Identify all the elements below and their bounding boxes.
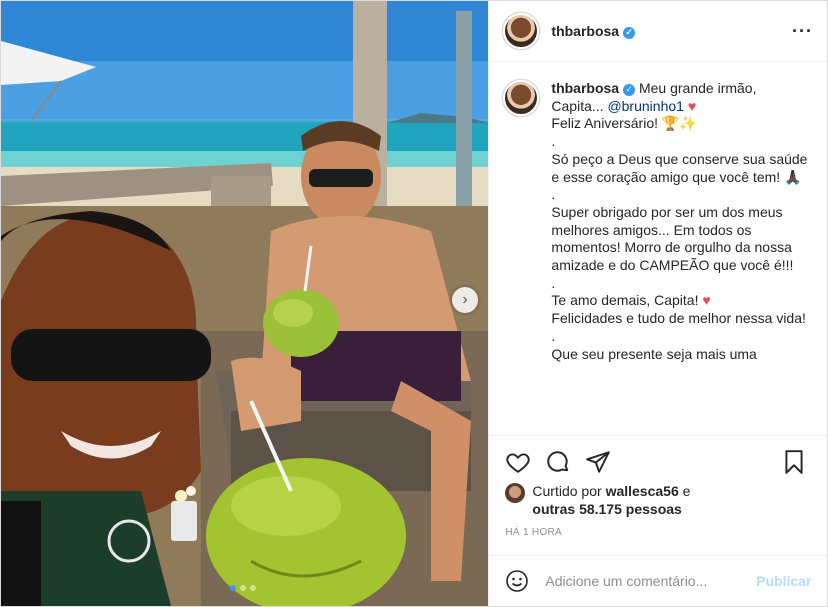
comment-box: Publicar	[489, 555, 828, 606]
red-heart-emoji: ♥	[687, 97, 697, 114]
caption-area: thbarbosa ✓ Meu grande irmão, Capita... @…	[489, 62, 827, 434]
post-header: thbarbosa ✓ ···	[489, 1, 827, 62]
caption-username[interactable]: thbarbosa	[551, 80, 619, 96]
next-photo-button[interactable]: ›	[452, 287, 478, 313]
caption-line-7: Que seu presente seja mais uma	[551, 345, 757, 362]
post-timestamp[interactable]: HÁ 1 HORA	[505, 527, 562, 538]
liker-username[interactable]: wallesca56	[606, 483, 679, 499]
carousel-indicator	[230, 585, 256, 591]
liker-avatar[interactable]	[505, 483, 526, 503]
caption-dot: .	[551, 274, 556, 291]
caption-line-5: Te amo demais, Capita!	[551, 292, 703, 309]
caption-row: thbarbosa ✓ Meu grande irmão, Capita... @…	[503, 80, 811, 363]
likes-prefix: Curtido por	[532, 483, 606, 499]
carousel-dot	[240, 585, 246, 591]
caption-line-4: Super obrigado por ser um dos meus melho…	[551, 203, 794, 274]
beach-selfie-illustration	[1, 1, 489, 606]
comment-input[interactable]	[543, 572, 748, 590]
post-photo[interactable]: ›	[1, 1, 489, 606]
carousel-dot-active	[230, 585, 236, 591]
author-avatar[interactable]	[503, 13, 540, 49]
author-username[interactable]: thbarbosa ✓	[551, 23, 636, 39]
caption-avatar[interactable]	[503, 80, 540, 116]
share-icon[interactable]	[585, 449, 611, 475]
likes-summary: Curtido por wallesca56 e outras 58.175 p…	[505, 482, 690, 518]
mention-link[interactable]: @bruninho1	[607, 98, 684, 114]
red-heart-emoji: ♥	[702, 292, 711, 309]
verified-badge-icon: ✓	[623, 83, 636, 96]
bookmark-icon[interactable]	[781, 449, 807, 475]
post-sidebar: thbarbosa ✓ ··· thbarbosa ✓ Meu grande irm…	[488, 1, 828, 606]
heart-outline-icon[interactable]	[505, 449, 531, 475]
caption-dot: .	[551, 327, 556, 344]
more-options-icon[interactable]: ···	[792, 21, 813, 42]
likes-text: Curtido por wallesca56 e outras 58.175 p…	[532, 482, 690, 518]
caption-dot: .	[551, 186, 556, 203]
publish-button[interactable]: Publicar	[756, 573, 811, 589]
caption-line-3: Só peço a Deus que conserve sua saúde e …	[551, 150, 808, 185]
comment-icon[interactable]	[545, 449, 571, 475]
emoji-icon[interactable]	[505, 569, 529, 593]
caption-line-2: Feliz Aniversário! 🏆✨	[551, 115, 697, 132]
action-bar	[489, 435, 828, 488]
caption-line-6: Felicidades e tudo de melhor nessa vida!	[551, 310, 806, 327]
verified-badge-icon: ✓	[623, 26, 636, 39]
carousel-dot	[250, 585, 256, 591]
author-username-text[interactable]: thbarbosa	[551, 23, 619, 39]
instagram-post: › thbarbosa ✓ ··· thbarbosa ✓ Meu grande i…	[0, 0, 828, 607]
likes-count-link[interactable]: outras 58.175 pessoas	[532, 501, 681, 517]
likes-middle: e	[678, 483, 691, 499]
caption-text: thbarbosa ✓ Meu grande irmão, Capita... @…	[551, 80, 811, 363]
caption-dot: .	[551, 133, 556, 150]
